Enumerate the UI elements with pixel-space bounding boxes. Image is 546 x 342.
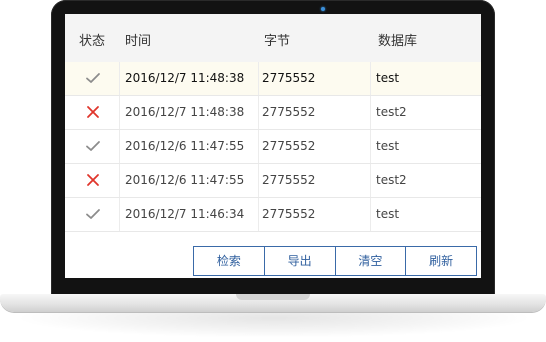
header-database: 数据库 xyxy=(378,34,418,49)
cell-bytes: 2775552 xyxy=(262,207,316,221)
column-divider xyxy=(258,62,259,95)
column-divider xyxy=(370,130,371,163)
cell-time: 2016/12/7 11:46:34 xyxy=(125,207,245,221)
table-row[interactable]: 2016/12/7 11:48:38 2775552 test xyxy=(65,62,481,96)
cell-database: test xyxy=(376,71,400,85)
column-divider xyxy=(119,130,120,163)
cell-bytes: 2775552 xyxy=(262,173,316,187)
cell-time: 2016/12/6 11:47:55 xyxy=(125,139,245,153)
check-icon xyxy=(86,141,100,151)
cross-icon xyxy=(87,174,99,186)
check-icon xyxy=(86,73,100,83)
column-divider xyxy=(370,198,371,231)
cell-database: test xyxy=(376,207,400,221)
column-divider xyxy=(119,164,120,197)
column-divider xyxy=(370,164,371,197)
cell-database: test xyxy=(376,139,400,153)
column-divider xyxy=(119,62,120,95)
header-status: 状态 xyxy=(79,34,106,49)
column-divider xyxy=(258,130,259,163)
column-divider xyxy=(258,198,259,231)
export-button[interactable]: 导出 xyxy=(264,247,336,275)
cell-bytes: 2775552 xyxy=(262,105,316,119)
column-divider xyxy=(119,198,120,231)
table-row[interactable]: 2016/12/7 11:48:38 2775552 test2 xyxy=(65,96,481,130)
column-divider xyxy=(370,62,371,95)
refresh-button[interactable]: 刷新 xyxy=(406,247,476,275)
cell-database: test2 xyxy=(376,105,407,119)
cell-time: 2016/12/7 11:48:38 xyxy=(125,105,245,119)
action-button-group: 检索 导出 清空 刷新 xyxy=(193,246,477,276)
cell-time: 2016/12/6 11:47:55 xyxy=(125,173,245,187)
laptop-notch xyxy=(236,294,310,300)
clear-button[interactable]: 清空 xyxy=(335,247,407,275)
header-time: 时间 xyxy=(125,34,152,49)
column-divider xyxy=(119,96,120,129)
app-screen: 状态 时间 字节 数据库 2016/12/7 11:48:38 2775552 … xyxy=(65,14,481,278)
column-divider xyxy=(258,164,259,197)
check-icon xyxy=(86,209,100,219)
search-button[interactable]: 检索 xyxy=(194,247,265,275)
cell-time: 2016/12/7 11:48:38 xyxy=(125,71,245,85)
column-divider xyxy=(258,96,259,129)
camera-dot xyxy=(321,7,325,11)
cross-icon xyxy=(87,106,99,118)
table-header: 状态 时间 字节 数据库 xyxy=(65,14,481,63)
cell-bytes: 2775552 xyxy=(262,71,316,85)
column-divider xyxy=(370,96,371,129)
table-row[interactable]: 2016/12/6 11:47:55 2775552 test xyxy=(65,130,481,164)
cell-database: test2 xyxy=(376,173,407,187)
table-row[interactable]: 2016/12/6 11:47:55 2775552 test2 xyxy=(65,164,481,198)
cell-bytes: 2775552 xyxy=(262,139,316,153)
header-bytes: 字节 xyxy=(264,34,291,49)
table-row[interactable]: 2016/12/7 11:46:34 2775552 test xyxy=(65,198,481,232)
